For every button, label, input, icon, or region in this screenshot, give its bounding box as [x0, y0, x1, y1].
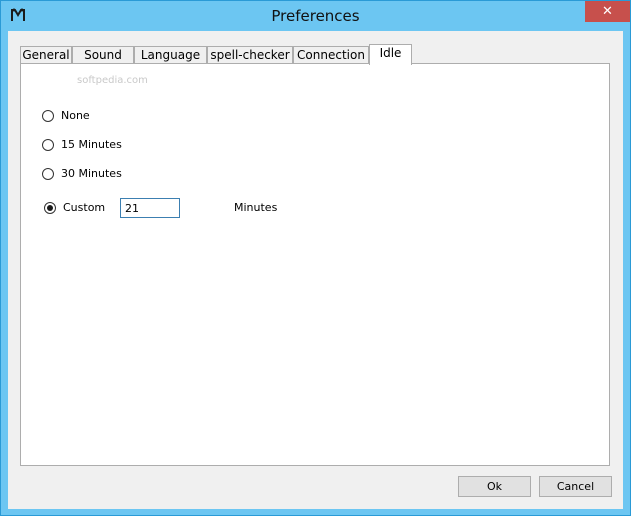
tab-spell-checker[interactable]: spell-checker	[207, 46, 293, 63]
radio-button-icon[interactable]	[42, 168, 54, 180]
window-title: Preferences	[271, 7, 360, 25]
watermark: softpedia.com	[77, 75, 148, 86]
radio-selected-dot	[47, 205, 53, 211]
close-icon: ✕	[602, 4, 613, 19]
custom-minutes-input[interactable]	[120, 198, 180, 218]
radio-label-none: None	[61, 109, 90, 122]
preferences-window: Preferences ✕ General Sound Language spe…	[0, 0, 631, 516]
tab-connection[interactable]: Connection	[293, 46, 369, 63]
tab-sound[interactable]: Sound	[72, 46, 134, 63]
title-bar[interactable]: Preferences ✕	[1, 1, 630, 31]
radio-label-15-minutes: 15 Minutes	[61, 138, 122, 151]
dialog-client-area: General Sound Language spell-checker Con…	[8, 31, 623, 509]
radio-button-icon[interactable]	[44, 202, 56, 214]
tab-general[interactable]: General	[20, 46, 72, 63]
ok-button[interactable]: Ok	[458, 476, 531, 497]
radio-label-custom: Custom	[63, 201, 106, 214]
idle-tab-panel: softpedia.com None 15 Minutes 30 Minutes…	[20, 63, 610, 466]
minutes-unit-label: Minutes	[234, 201, 278, 214]
radio-label-30-minutes: 30 Minutes	[61, 167, 122, 180]
radio-button-icon[interactable]	[42, 110, 54, 122]
cancel-button[interactable]: Cancel	[539, 476, 612, 497]
tab-language[interactable]: Language	[134, 46, 207, 63]
radio-button-icon[interactable]	[42, 139, 54, 151]
close-button[interactable]: ✕	[585, 1, 630, 22]
tab-idle[interactable]: Idle	[369, 44, 412, 65]
